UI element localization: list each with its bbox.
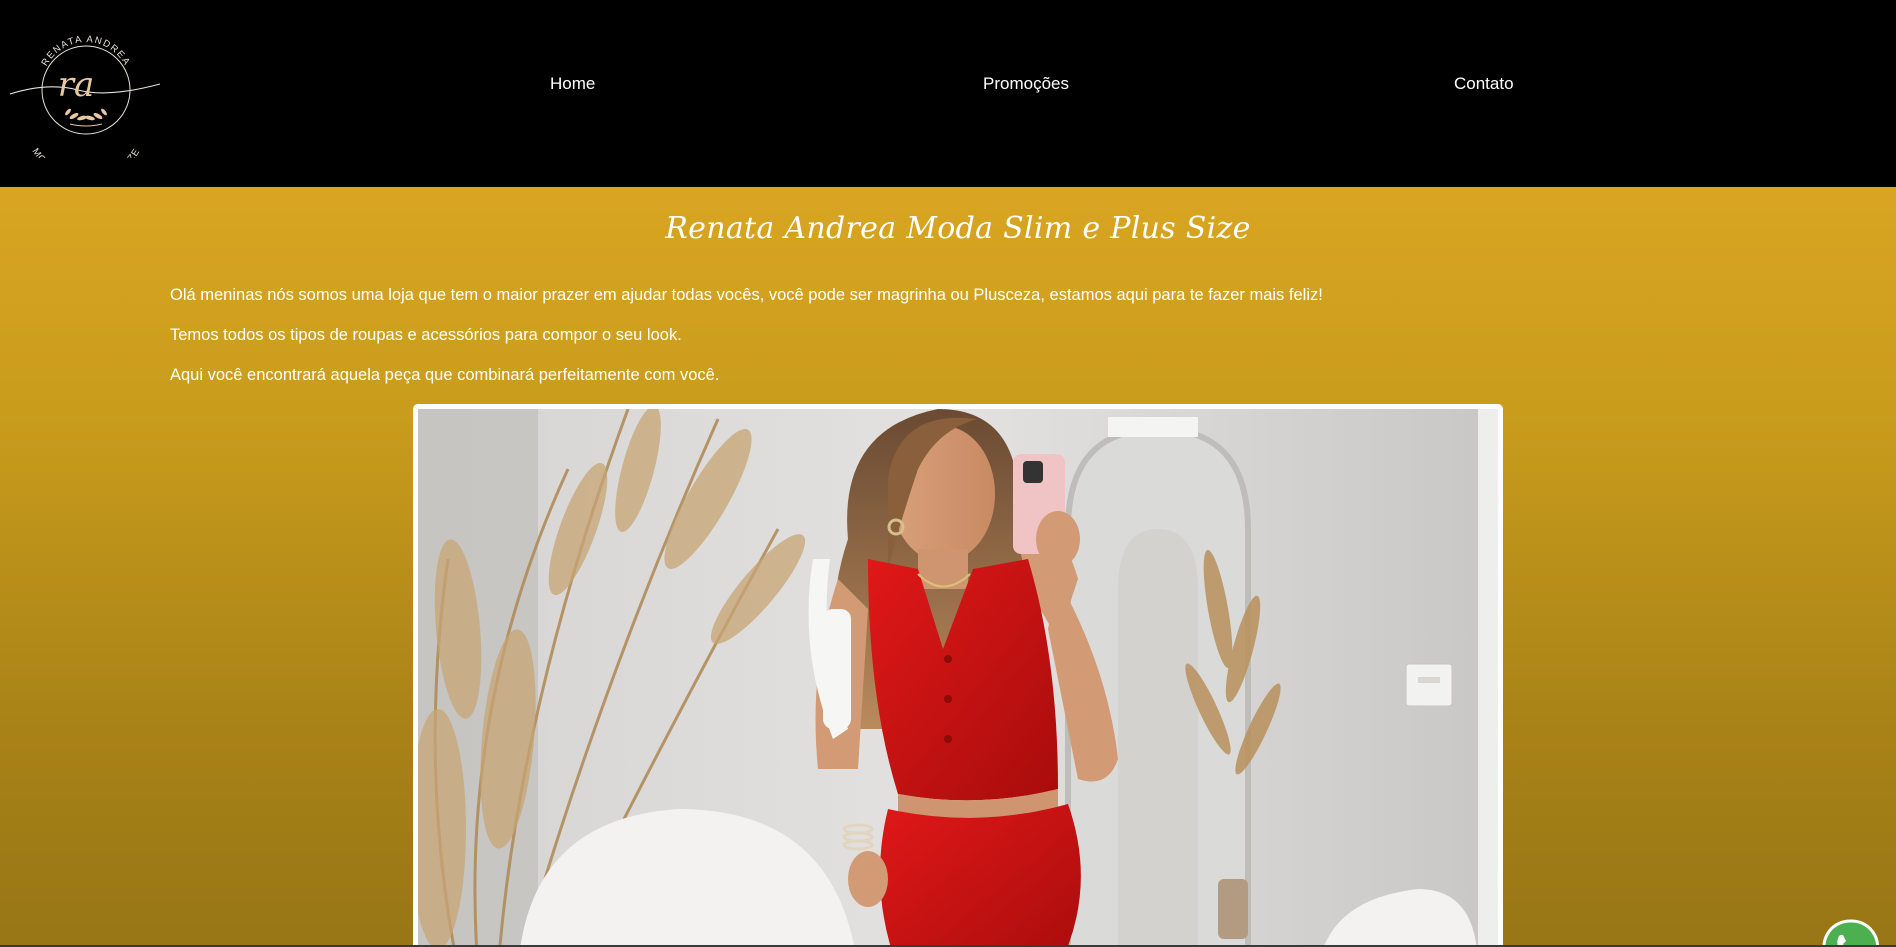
brand-logo[interactable]: RENATA ANDREA ra MODA SLIM & PLUS SIZE [8, 24, 162, 158]
hero-image [413, 404, 1503, 947]
logo-bottom-text: MODA SLIM & PLUS SIZE [30, 146, 142, 158]
nav-promocoes[interactable]: Promoções [983, 72, 1069, 96]
svg-text:RENATA ANDREA: RENATA ANDREA [40, 34, 133, 68]
brand-logo-graphic: RENATA ANDREA ra MODA SLIM & PLUS SIZE [9, 34, 161, 158]
nav-home[interactable]: Home [550, 72, 595, 96]
intro-paragraph: Olá meninas nós somos uma loja que tem o… [170, 286, 1323, 304]
logo-monogram: ra [58, 65, 95, 105]
nav-contato[interactable]: Contato [1454, 72, 1514, 96]
whatsapp-button[interactable] [1820, 917, 1880, 947]
laurel-icon [65, 108, 107, 127]
whatsapp-icon [1822, 919, 1880, 947]
site-header: RENATA ANDREA ra MODA SLIM & PLUS SIZE H… [0, 0, 1896, 187]
main-content: Renata Andrea Moda Slim e Plus Size Olá … [0, 187, 1896, 947]
logo-top-text: RENATA ANDREA [40, 34, 131, 68]
hero-photo-illustration [418, 409, 1498, 947]
intro-paragraph: Temos todos os tipos de roupas e acessór… [170, 326, 682, 344]
page-title: Renata Andrea Moda Slim e Plus Size [665, 211, 1251, 246]
svg-text:MODA SLIM & PLUS SIZE: MODA SLIM & PLUS SIZE [30, 146, 143, 158]
intro-paragraph: Aqui você encontrará aquela peça que com… [170, 366, 720, 384]
